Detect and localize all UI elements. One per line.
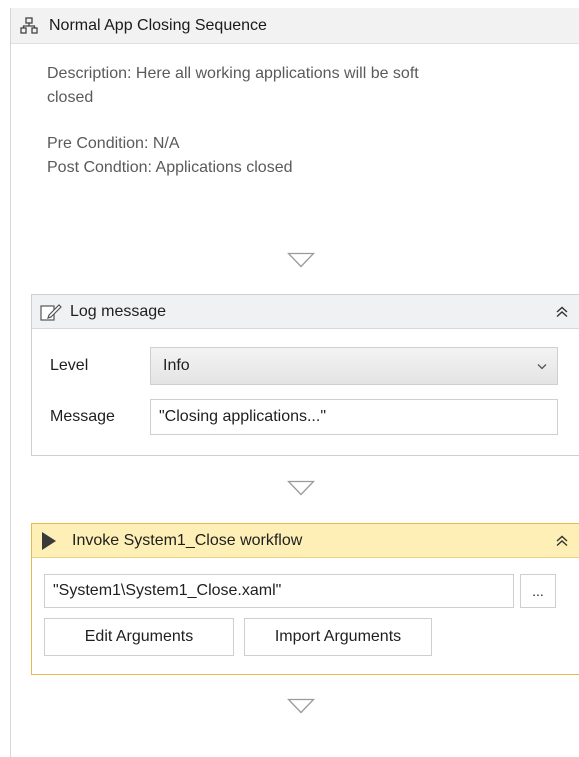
edit-arguments-button[interactable]: Edit Arguments xyxy=(44,618,234,656)
post-condition-text: Post Condtion: Applications closed xyxy=(47,159,293,176)
level-value: Info xyxy=(163,357,190,374)
pre-condition-text: Pre Condition: N/A xyxy=(47,135,180,152)
log-message-icon xyxy=(40,302,62,322)
level-dropdown[interactable]: Info xyxy=(150,347,558,385)
sequence-title: Normal App Closing Sequence xyxy=(49,16,267,34)
sequence-container: Normal App Closing Sequence Description:… xyxy=(10,8,579,757)
invoke-title: Invoke System1_Close workflow xyxy=(72,531,303,549)
level-label: Level xyxy=(50,357,89,374)
chevron-down-icon xyxy=(537,363,547,370)
drop-arrow-icon[interactable] xyxy=(287,252,315,268)
invoke-header[interactable]: Invoke System1_Close workflow xyxy=(32,524,579,558)
log-message-activity[interactable]: Log message Level Info Message "Closing … xyxy=(31,294,579,456)
invoke-workflow-activity[interactable]: Invoke System1_Close workflow "System1\S… xyxy=(31,523,579,675)
log-message-title: Log message xyxy=(70,302,167,320)
description-line-1: Description: Here all working applicatio… xyxy=(47,65,419,82)
play-icon xyxy=(40,531,58,551)
sequence-header[interactable]: Normal App Closing Sequence xyxy=(11,8,579,44)
collapse-icon[interactable] xyxy=(552,302,572,322)
drop-arrow-icon[interactable] xyxy=(287,480,315,496)
sequence-annotation: Description: Here all working applicatio… xyxy=(47,62,567,180)
workflow-path-input[interactable]: "System1\System1_Close.xaml" xyxy=(44,574,514,608)
collapse-icon[interactable] xyxy=(552,531,572,551)
message-label: Message xyxy=(50,408,115,425)
sequence-icon xyxy=(19,16,39,36)
import-arguments-button[interactable]: Import Arguments xyxy=(244,618,432,656)
message-row: Message "Closing applications..." xyxy=(32,399,579,435)
log-message-header[interactable]: Log message xyxy=(32,295,579,329)
drop-arrow-icon[interactable] xyxy=(287,698,315,714)
description-line-2: closed xyxy=(47,89,94,106)
level-row: Level Info xyxy=(32,347,579,385)
browse-button[interactable]: ... xyxy=(520,574,556,608)
message-input[interactable]: "Closing applications..." xyxy=(150,399,558,435)
